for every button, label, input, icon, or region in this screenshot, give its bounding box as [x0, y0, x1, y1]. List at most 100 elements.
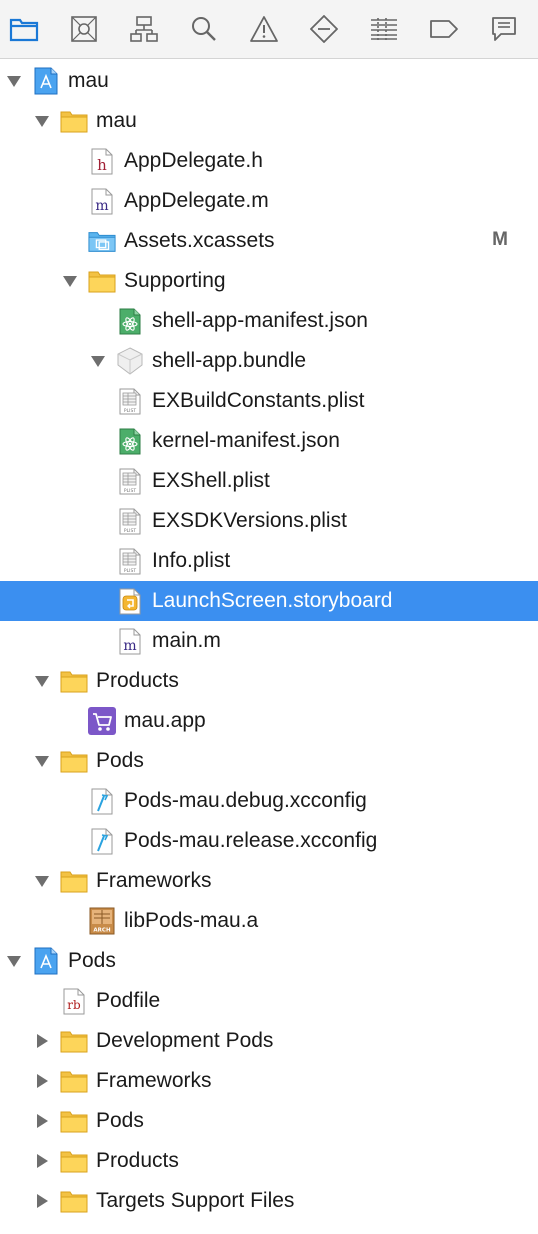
disclosure-expanded-icon[interactable]: [62, 273, 78, 289]
folder-icon: [60, 1027, 88, 1055]
navigator-toolbar: [0, 0, 538, 59]
report-navigator-icon[interactable]: [487, 12, 521, 46]
tree-row-label: kernel-manifest.json: [152, 429, 340, 452]
tree-row-label: Pods: [68, 949, 116, 972]
svg-text:PLIST: PLIST: [124, 568, 136, 574]
disclosure-expanded-icon[interactable]: [90, 353, 106, 369]
tree-row[interactable]: Pods: [0, 941, 538, 981]
tree-row-label: mau.app: [124, 709, 206, 732]
tree-row-label: EXBuildConstants.plist: [152, 389, 365, 412]
tree-row[interactable]: m AppDelegate.m: [0, 181, 538, 221]
folder-icon: [60, 1067, 88, 1095]
asset-catalog-icon: [88, 227, 116, 255]
app-product-icon: [88, 707, 116, 735]
tree-row[interactable]: ARCH libPods-mau.a: [0, 901, 538, 941]
disclosure-expanded-icon[interactable]: [6, 73, 22, 89]
symbol-navigator-icon[interactable]: [127, 12, 161, 46]
disclosure-expanded-icon[interactable]: [34, 673, 50, 689]
tree-row[interactable]: Pods-mau.debug.xcconfig: [0, 781, 538, 821]
svg-text:h: h: [97, 156, 107, 174]
tree-row-selected[interactable]: LaunchScreen.storyboard: [0, 581, 538, 621]
folder-icon: [60, 107, 88, 135]
tree-row[interactable]: m main.m: [0, 621, 538, 661]
tree-row[interactable]: Products: [0, 1141, 538, 1181]
tree-row-label: mau: [96, 109, 137, 132]
tree-row[interactable]: PLIST EXSDKVersions.plist: [0, 501, 538, 541]
tree-row[interactable]: Development Pods: [0, 1021, 538, 1061]
tree-row-label: LaunchScreen.storyboard: [152, 589, 393, 612]
tree-row[interactable]: rb Podfile: [0, 981, 538, 1021]
plist-file-icon: PLIST: [116, 507, 144, 535]
find-navigator-icon[interactable]: [187, 12, 221, 46]
bundle-icon: [116, 347, 144, 375]
disclosure-collapsed-icon[interactable]: [34, 1073, 50, 1089]
disclosure-expanded-icon[interactable]: [6, 953, 22, 969]
tree-row[interactable]: shell-app.bundle: [0, 341, 538, 381]
tree-row-label: EXSDKVersions.plist: [152, 509, 347, 532]
tree-row-label: EXShell.plist: [152, 469, 270, 492]
tree-row[interactable]: Targets Support Files: [0, 1181, 538, 1221]
folder-icon: [60, 1107, 88, 1135]
svg-text:ARCH: ARCH: [93, 928, 111, 934]
tree-row[interactable]: h AppDelegate.h: [0, 141, 538, 181]
tree-row[interactable]: Pods: [0, 741, 538, 781]
debug-navigator-icon[interactable]: [367, 12, 401, 46]
tree-row-label: main.m: [152, 629, 221, 652]
tree-row[interactable]: shell-app-manifest.json: [0, 301, 538, 341]
header-file-icon: h: [88, 147, 116, 175]
tree-row[interactable]: Assets.xcassets M: [0, 221, 538, 261]
tree-row[interactable]: mau: [0, 101, 538, 141]
disclosure-expanded-icon[interactable]: [34, 873, 50, 889]
breakpoint-navigator-icon[interactable]: [427, 12, 461, 46]
tree-row[interactable]: Pods: [0, 1101, 538, 1141]
json-file-icon: [116, 307, 144, 335]
disclosure-collapsed-icon[interactable]: [34, 1153, 50, 1169]
folder-icon: [60, 747, 88, 775]
tree-row[interactable]: Frameworks: [0, 1061, 538, 1101]
json-file-icon: [116, 427, 144, 455]
tree-row[interactable]: PLIST EXBuildConstants.plist: [0, 381, 538, 421]
disclosure-expanded-icon[interactable]: [34, 753, 50, 769]
tree-row-label: Info.plist: [152, 549, 231, 572]
tree-row-label: Products: [96, 669, 179, 692]
issue-navigator-icon[interactable]: [247, 12, 281, 46]
tree-row-label: Targets Support Files: [96, 1189, 295, 1212]
disclosure-expanded-icon[interactable]: [34, 113, 50, 129]
tree-row-label: Development Pods: [96, 1029, 274, 1052]
tree-row-label: shell-app.bundle: [152, 349, 307, 372]
plist-file-icon: PLIST: [116, 467, 144, 495]
tree-row[interactable]: mau: [0, 61, 538, 101]
disclosure-collapsed-icon[interactable]: [34, 1033, 50, 1049]
tree-row-label: AppDelegate.m: [124, 189, 269, 212]
svg-text:PLIST: PLIST: [124, 488, 136, 494]
tree-row[interactable]: Products: [0, 661, 538, 701]
test-navigator-icon[interactable]: [307, 12, 341, 46]
tree-row-label: libPods-mau.a: [124, 909, 259, 932]
svg-text:PLIST: PLIST: [124, 528, 136, 534]
tree-row-label: Assets.xcassets: [124, 229, 275, 252]
tree-row[interactable]: Pods-mau.release.xcconfig: [0, 821, 538, 861]
tree-row[interactable]: PLIST EXShell.plist: [0, 461, 538, 501]
ruby-file-icon: rb: [60, 987, 88, 1015]
tree-row[interactable]: mau.app: [0, 701, 538, 741]
folder-icon: [60, 1147, 88, 1175]
tree-row[interactable]: kernel-manifest.json: [0, 421, 538, 461]
svg-text:rb: rb: [67, 998, 81, 1012]
storyboard-file-icon: [116, 587, 144, 615]
disclosure-collapsed-icon[interactable]: [34, 1113, 50, 1129]
folder-icon: [60, 1187, 88, 1215]
disclosure-collapsed-icon[interactable]: [34, 1193, 50, 1209]
static-library-icon: ARCH: [88, 907, 116, 935]
project-navigator-icon[interactable]: [7, 12, 41, 46]
tree-row[interactable]: Supporting: [0, 261, 538, 301]
tree-row[interactable]: PLIST Info.plist: [0, 541, 538, 581]
tree-row-label: Pods: [96, 1109, 144, 1132]
svg-text:PLIST: PLIST: [124, 408, 136, 414]
folder-icon: [60, 867, 88, 895]
tree-row[interactable]: Frameworks: [0, 861, 538, 901]
tree-row-label: mau: [68, 69, 109, 92]
source-control-status-badge: M: [492, 229, 508, 250]
plist-file-icon: PLIST: [116, 387, 144, 415]
source-control-navigator-icon[interactable]: [67, 12, 101, 46]
tree-row-label: Frameworks: [96, 1069, 212, 1092]
